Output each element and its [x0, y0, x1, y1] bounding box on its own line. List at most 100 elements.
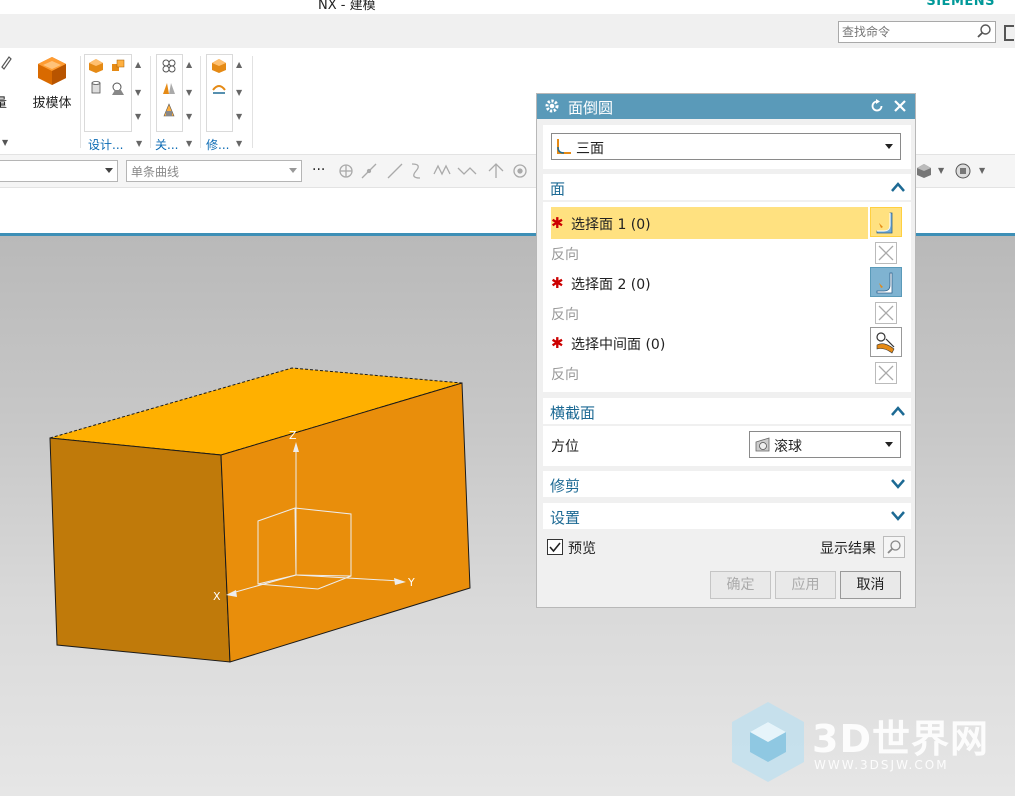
- render-style-dropdown[interactable]: ▼: [938, 166, 944, 175]
- gallery-expand[interactable]: ▼: [135, 112, 141, 121]
- select-face2-row[interactable]: ✱ 选择面 2 (0): [551, 268, 867, 298]
- view-orient-dropdown[interactable]: ▼: [979, 166, 985, 175]
- command-search-input[interactable]: [839, 22, 975, 42]
- gallery-expand[interactable]: ▼: [236, 112, 242, 121]
- toolbar-more-button[interactable]: ···: [312, 162, 325, 178]
- ribbon-group-label-relation[interactable]: 关...: [155, 136, 178, 153]
- blend-type-select[interactable]: 三面: [551, 133, 901, 160]
- ribbon-group-label-modify[interactable]: 修...: [206, 136, 229, 153]
- pattern-icon[interactable]: [161, 58, 177, 74]
- design-feature-gallery: [84, 54, 132, 132]
- type-section: 三面: [543, 125, 911, 169]
- settings-section-header[interactable]: 设置: [543, 503, 911, 529]
- trim-section-header[interactable]: 修剪: [543, 471, 911, 497]
- required-mark: ✱: [551, 334, 564, 352]
- extract-icon[interactable]: [161, 102, 177, 118]
- reverse1-row: 反向: [551, 238, 867, 268]
- chevron-down-icon: [289, 168, 297, 173]
- ribbon-divider: [200, 56, 201, 148]
- mirror-icon[interactable]: [161, 80, 177, 96]
- select-face1-button[interactable]: [870, 207, 902, 237]
- ribbon-divider: [252, 56, 253, 148]
- draft-body-label: 拔模体: [32, 96, 72, 111]
- face-section-body: ✱ 选择面 1 (0) 反向 ✱ 选择面 2 (0) 反向 ✱ 选择中间面 (0…: [543, 202, 911, 392]
- group-modify-dropdown[interactable]: ▼: [236, 139, 242, 148]
- dialog-header[interactable]: 面倒圆: [537, 94, 915, 119]
- cylinder-feature-icon[interactable]: [88, 80, 104, 96]
- chevron-down-icon: [891, 511, 905, 521]
- cancel-button[interactable]: 取消: [840, 571, 901, 599]
- preview-checkbox[interactable]: [547, 539, 563, 555]
- snap-toolbar-icons[interactable]: [336, 160, 532, 182]
- gallery-scroll-down[interactable]: ▼: [236, 88, 242, 97]
- trim-section-title: 修剪: [550, 477, 581, 495]
- ribbon-partial-dropdown[interactable]: ▼: [2, 138, 8, 147]
- multi-block-icon[interactable]: [110, 58, 126, 74]
- group-relation-dropdown[interactable]: ▼: [186, 139, 192, 148]
- offset-face-icon[interactable]: [211, 58, 227, 74]
- select-face2-button[interactable]: [870, 267, 902, 297]
- triad-y-label: Y: [408, 576, 415, 589]
- face-section-title: 面: [550, 180, 566, 198]
- reverse-direction-icon[interactable]: [875, 302, 897, 324]
- draft-body-button[interactable]: 拔模体: [26, 52, 78, 120]
- render-style-icon[interactable]: [916, 163, 932, 179]
- block-feature-icon[interactable]: [88, 58, 104, 74]
- hole-inspect-icon[interactable]: [110, 80, 126, 96]
- cross-section-body: 方位 滚球: [543, 426, 911, 466]
- ok-button[interactable]: 确定: [710, 571, 771, 599]
- dialog-title: 面倒圆: [568, 99, 614, 117]
- replace-face-icon[interactable]: [211, 80, 227, 96]
- command-search-box[interactable]: [838, 21, 996, 43]
- gallery-scroll-up[interactable]: ▲: [186, 60, 192, 69]
- select-face1-row[interactable]: ✱ 选择面 1 (0): [551, 208, 867, 238]
- show-result-label: 显示结果: [820, 541, 876, 557]
- gallery-scroll-up[interactable]: ▲: [135, 60, 141, 69]
- search-icon[interactable]: [976, 23, 992, 39]
- selection-filter-select[interactable]: [0, 160, 118, 182]
- select-middle-face-label: 选择中间面 (0): [571, 337, 666, 353]
- gallery-expand[interactable]: ▼: [186, 112, 192, 121]
- group-design-dropdown[interactable]: ▼: [136, 139, 142, 148]
- window-title: NX - 建模: [318, 0, 376, 13]
- gallery-scroll-down[interactable]: ▼: [186, 88, 192, 97]
- watermark-url: WWW.3DSJW.COM: [814, 758, 949, 772]
- select-face1-label: 选择面 1 (0): [571, 217, 651, 233]
- reverse2-label: 反向: [551, 307, 579, 323]
- apply-button[interactable]: 应用: [775, 571, 836, 599]
- reverse1-label: 反向: [551, 247, 579, 263]
- magnifier-icon: [887, 540, 901, 554]
- reverse3-label: 反向: [551, 367, 579, 383]
- ribbon-group-label-design[interactable]: 设计...: [88, 136, 123, 153]
- orientation-select[interactable]: 滚球: [749, 431, 901, 458]
- settings-section-title: 设置: [550, 509, 581, 527]
- reset-icon[interactable]: [869, 98, 885, 114]
- show-result-button[interactable]: [883, 536, 905, 558]
- block-front-face[interactable]: [49, 437, 231, 663]
- modify-gallery: [206, 54, 233, 132]
- face-section-header[interactable]: 面: [543, 174, 911, 200]
- rolling-ball-icon: [755, 437, 770, 452]
- close-icon[interactable]: [892, 98, 908, 114]
- watermark-brand: 3D世界网: [812, 717, 989, 761]
- reverse3-row: 反向: [551, 358, 867, 388]
- chevron-down-icon: [885, 144, 893, 149]
- gallery-scroll-up[interactable]: ▲: [236, 60, 242, 69]
- cross-section-header[interactable]: 横截面: [543, 398, 911, 424]
- ribbon-partial-label[interactable]: 量: [0, 92, 7, 111]
- reverse2-row: 反向: [551, 298, 867, 328]
- partial-edit-icon[interactable]: [0, 54, 12, 70]
- face-select-icon: [876, 212, 893, 234]
- select-middle-face-row[interactable]: ✱ 选择中间面 (0): [551, 328, 867, 358]
- view-orient-icon[interactable]: [954, 162, 972, 180]
- gallery-scroll-down[interactable]: ▼: [135, 88, 141, 97]
- watermark-cube-logo: [732, 702, 804, 782]
- reverse-direction-icon[interactable]: [875, 362, 897, 384]
- gear-icon: [545, 99, 559, 113]
- relation-gallery: [156, 54, 183, 132]
- reverse-direction-icon[interactable]: [875, 242, 897, 264]
- curve-rule-select[interactable]: 单条曲线: [126, 160, 302, 182]
- window-restore-icon[interactable]: [1004, 25, 1014, 41]
- select-middle-face-button[interactable]: [870, 327, 902, 357]
- required-mark: ✱: [551, 274, 564, 292]
